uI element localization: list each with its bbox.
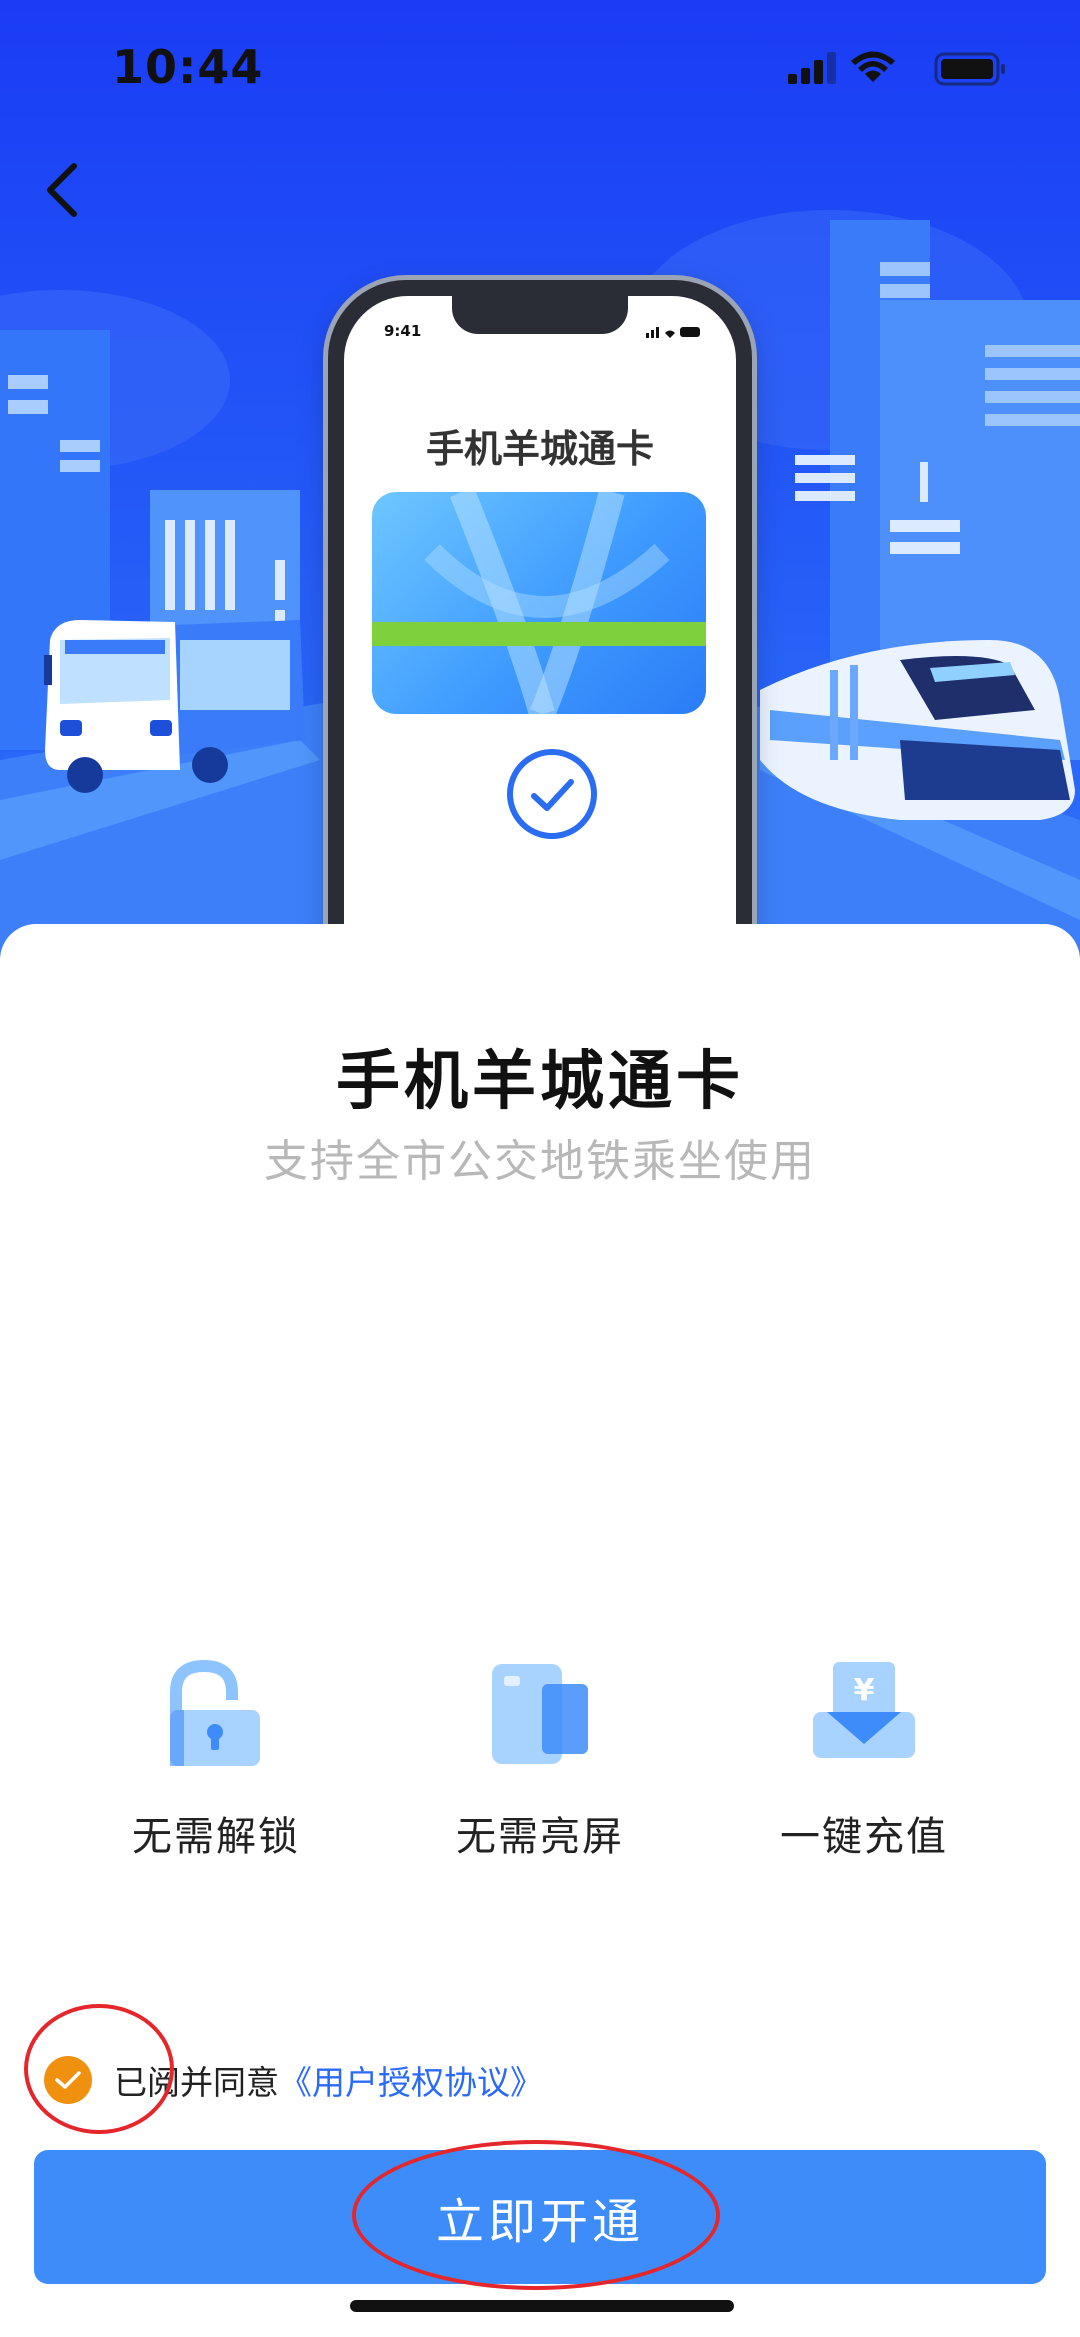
agreement-link[interactable]: 《用户授权协议》 [279,2056,543,2104]
hero-banner: 10:44 9:41 手机羊城通卡 [0,0,1080,960]
phone-status-time: 9:41 [384,322,422,340]
phone-mockup: 9:41 手机羊城通卡 [328,280,752,960]
phone-screen: 9:41 手机羊城通卡 [344,296,736,960]
card-screen-icon [492,1664,588,1764]
annotation-oval [352,2140,720,2290]
check-circle-icon [504,746,600,846]
phone-card-title: 手机羊城通卡 [425,427,654,471]
status-icons [788,50,1008,94]
page-subtitle: 支持全市公交地铁乘坐使用 [264,1136,816,1187]
cellular-signal-icon [788,52,836,84]
transit-card-image [372,492,706,714]
feature-label: 一键充值 [780,1814,948,1860]
feature-item-unlock: 无需解锁 [66,1660,366,1862]
feature-item-topup: ¥ 一键充值 [714,1660,1014,1862]
unlock-icon [170,1660,260,1766]
phone-notch [452,296,628,334]
feature-label: 无需解锁 [132,1814,300,1860]
back-button[interactable] [30,150,94,230]
status-time: 10:44 [112,40,264,94]
yuan-topup-icon: ¥ [813,1662,915,1758]
page-title: 手机羊城通卡 [336,1045,744,1119]
wifi-icon [851,51,895,82]
phone-status-icons [646,324,702,343]
feature-list: 无需解锁 无需亮屏 ¥ 一键充值 [0,1660,1080,1880]
svg-text:¥: ¥ [854,1673,875,1708]
battery-icon [934,52,1005,86]
chevron-left-icon [47,163,77,217]
feature-label: 无需亮屏 [456,1814,624,1860]
metro-train-illustration [760,640,1075,820]
annotation-circle [24,2004,174,2134]
home-indicator [350,2300,734,2312]
feature-item-no-screen: 无需亮屏 [390,1660,690,1862]
